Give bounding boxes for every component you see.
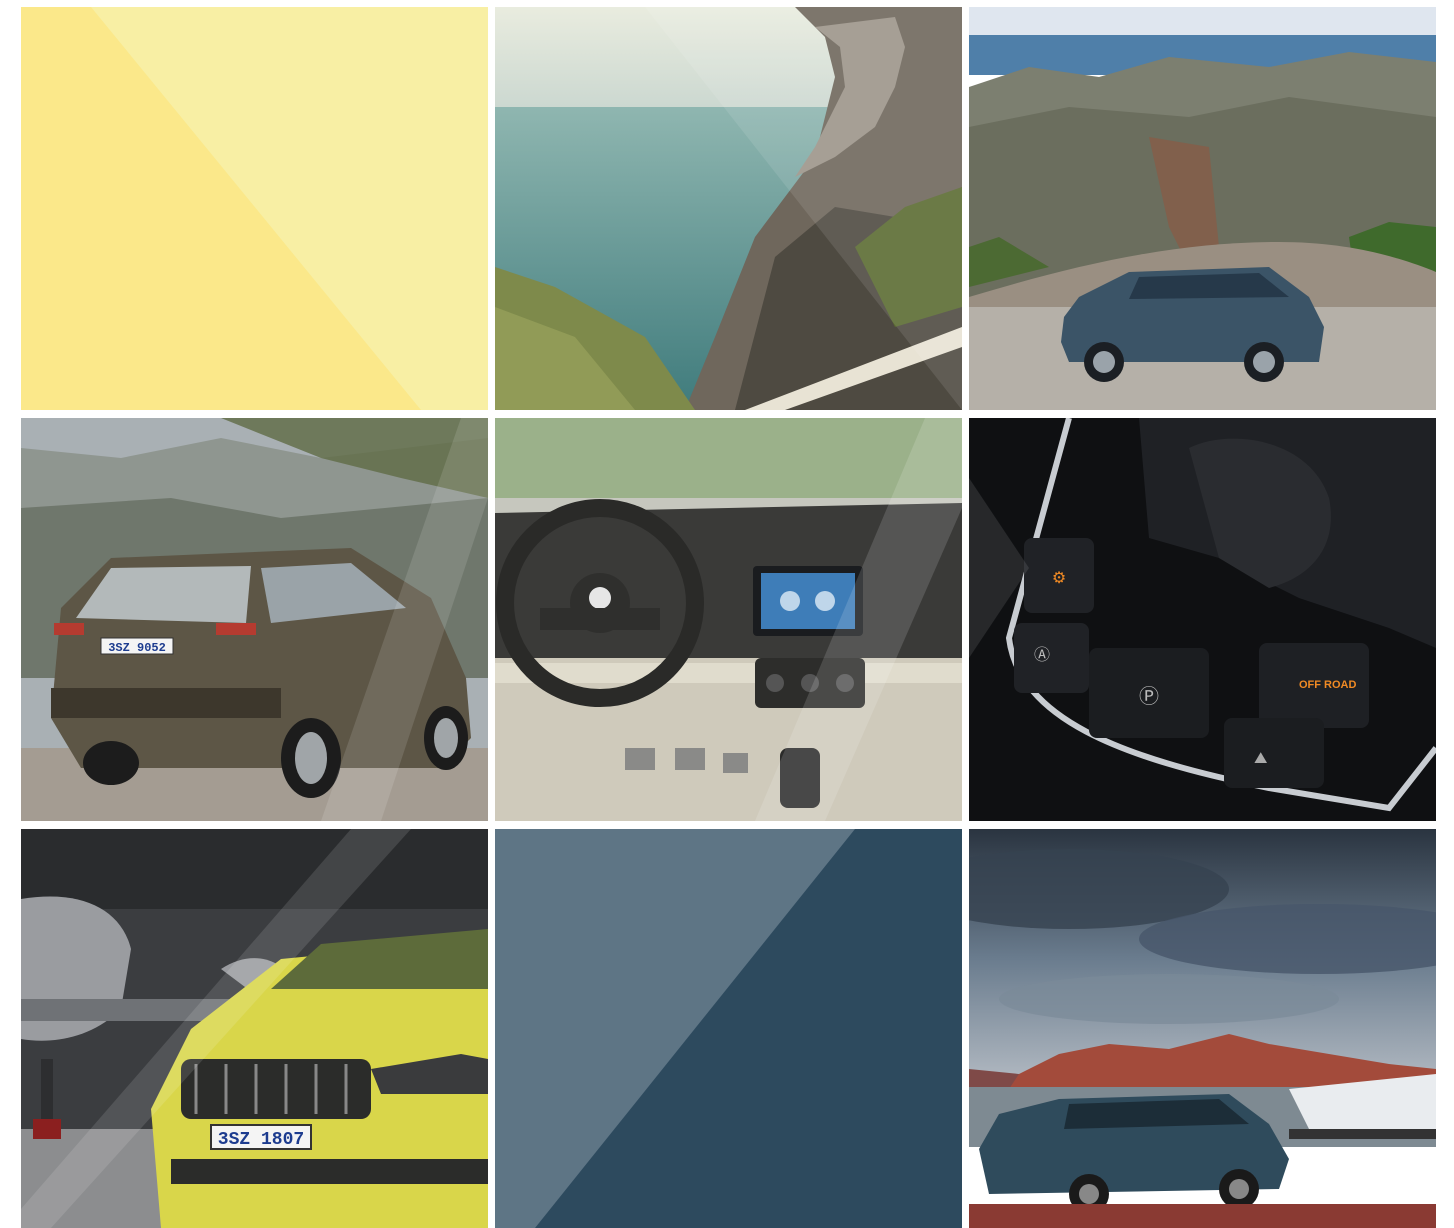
- yellow-car-image: 3SZ 1807: [21, 829, 488, 1228]
- suv-mountain-road-photo: [969, 7, 1436, 410]
- parking-assist-icon: Ⓐ: [1034, 646, 1050, 664]
- blue-suv-towing: [979, 1094, 1289, 1214]
- blue-color-tile: [495, 829, 962, 1228]
- dashboard-interior-photo: [495, 418, 962, 821]
- center-console-photo: ⚙ Ⓐ Ⓟ OFF ROAD ⛰: [969, 418, 1436, 821]
- rear-license-plate: 3SZ 9052: [108, 641, 166, 655]
- dashboard-image: [495, 418, 962, 821]
- bronze-suv-rear-photo: 3SZ 9052: [21, 418, 488, 821]
- sea-cliff-photo: [495, 7, 962, 410]
- blue-panel: [495, 829, 962, 1228]
- suv-boat-image: [969, 829, 1436, 1228]
- yellow-panel: [21, 7, 488, 410]
- yellow-car-aircraft-photo: 3SZ 1807: [21, 829, 488, 1228]
- yellow-color-tile: [21, 7, 488, 410]
- front-license-plate: 3SZ 1807: [218, 1130, 304, 1150]
- suv-boat-dusk-photo: [969, 829, 1436, 1228]
- hill-descent-icon: ⛰: [1254, 750, 1268, 767]
- sea-cliff-image: [495, 7, 962, 410]
- suv-mountain-image: [969, 7, 1436, 410]
- mode-icon: ⚙: [1052, 570, 1066, 587]
- parking-brake-icon: Ⓟ: [1139, 685, 1159, 708]
- offroad-button-label: OFF ROAD: [1299, 679, 1356, 691]
- bronze-suv-image: 3SZ 9052: [21, 418, 488, 821]
- console-image: ⚙ Ⓐ Ⓟ OFF ROAD ⛰: [969, 418, 1436, 821]
